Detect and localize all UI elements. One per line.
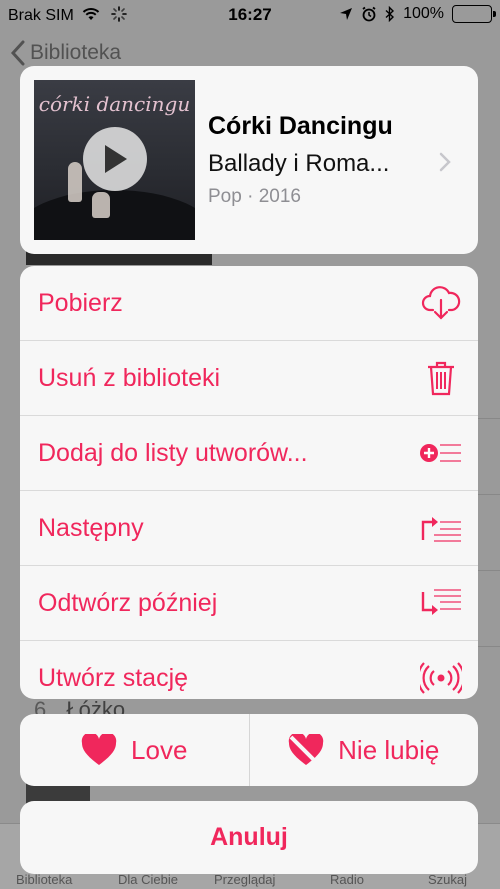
tab-radio[interactable]: Radio <box>330 872 364 887</box>
play-later-icon <box>421 589 461 615</box>
play-next-icon <box>421 517 461 542</box>
play-later-button[interactable]: Odtwórz później <box>20 566 478 641</box>
create-station-button[interactable]: Utwórz stację <box>20 641 478 699</box>
location-arrow-icon <box>340 8 353 20</box>
album-cover: córki dancingu <box>34 80 195 240</box>
heart-icon <box>81 734 117 765</box>
tab-browse[interactable]: Przeglądaj <box>214 872 275 887</box>
tab-search[interactable]: Szukaj <box>428 872 467 887</box>
cancel-button[interactable]: Anuluj <box>20 801 478 874</box>
love-button[interactable]: Love <box>20 714 249 786</box>
add-to-playlist-button[interactable]: Dodaj do listy utworów... <box>20 416 478 491</box>
download-cloud-icon <box>421 286 461 320</box>
radio-station-icon <box>420 662 462 694</box>
back-button[interactable]: Biblioteka <box>10 40 121 66</box>
battery-icon <box>452 5 496 23</box>
play-icon <box>105 145 127 173</box>
play-button[interactable] <box>83 127 147 191</box>
play-next-button[interactable]: Następny <box>20 491 478 566</box>
bluetooth-icon <box>385 6 395 22</box>
love-dislike-row: Love Nie lubię <box>20 714 478 786</box>
album-genre-year: Pop · 2016 <box>208 186 301 207</box>
tab-for-you[interactable]: Dla Ciebie <box>118 872 178 887</box>
tab-library[interactable]: Biblioteka <box>16 872 72 887</box>
add-to-playlist-icon <box>420 444 461 462</box>
alarm-icon <box>362 6 376 22</box>
cover-title: córki dancingu <box>38 92 191 116</box>
status-bar: Brak SIM 16:27 100% <box>0 0 500 30</box>
album-title: Córki Dancingu <box>208 112 393 140</box>
chevron-left-icon <box>10 40 25 66</box>
album-card[interactable]: córki dancingu Córki Dancingu Ballady i … <box>20 66 478 254</box>
trash-icon <box>428 361 454 396</box>
remove-from-library-button[interactable]: Usuń z biblioteki <box>20 341 478 416</box>
battery-percent: 100% <box>403 5 444 22</box>
download-button[interactable]: Pobierz <box>20 266 478 341</box>
chevron-right-icon[interactable] <box>436 150 454 174</box>
dislike-button[interactable]: Nie lubię <box>250 714 479 786</box>
heart-slash-icon <box>288 734 324 766</box>
action-sheet: Pobierz Usuń z biblioteki Dodaj do listy… <box>20 266 478 699</box>
album-subtitle: Ballady i Roma... <box>208 150 390 177</box>
